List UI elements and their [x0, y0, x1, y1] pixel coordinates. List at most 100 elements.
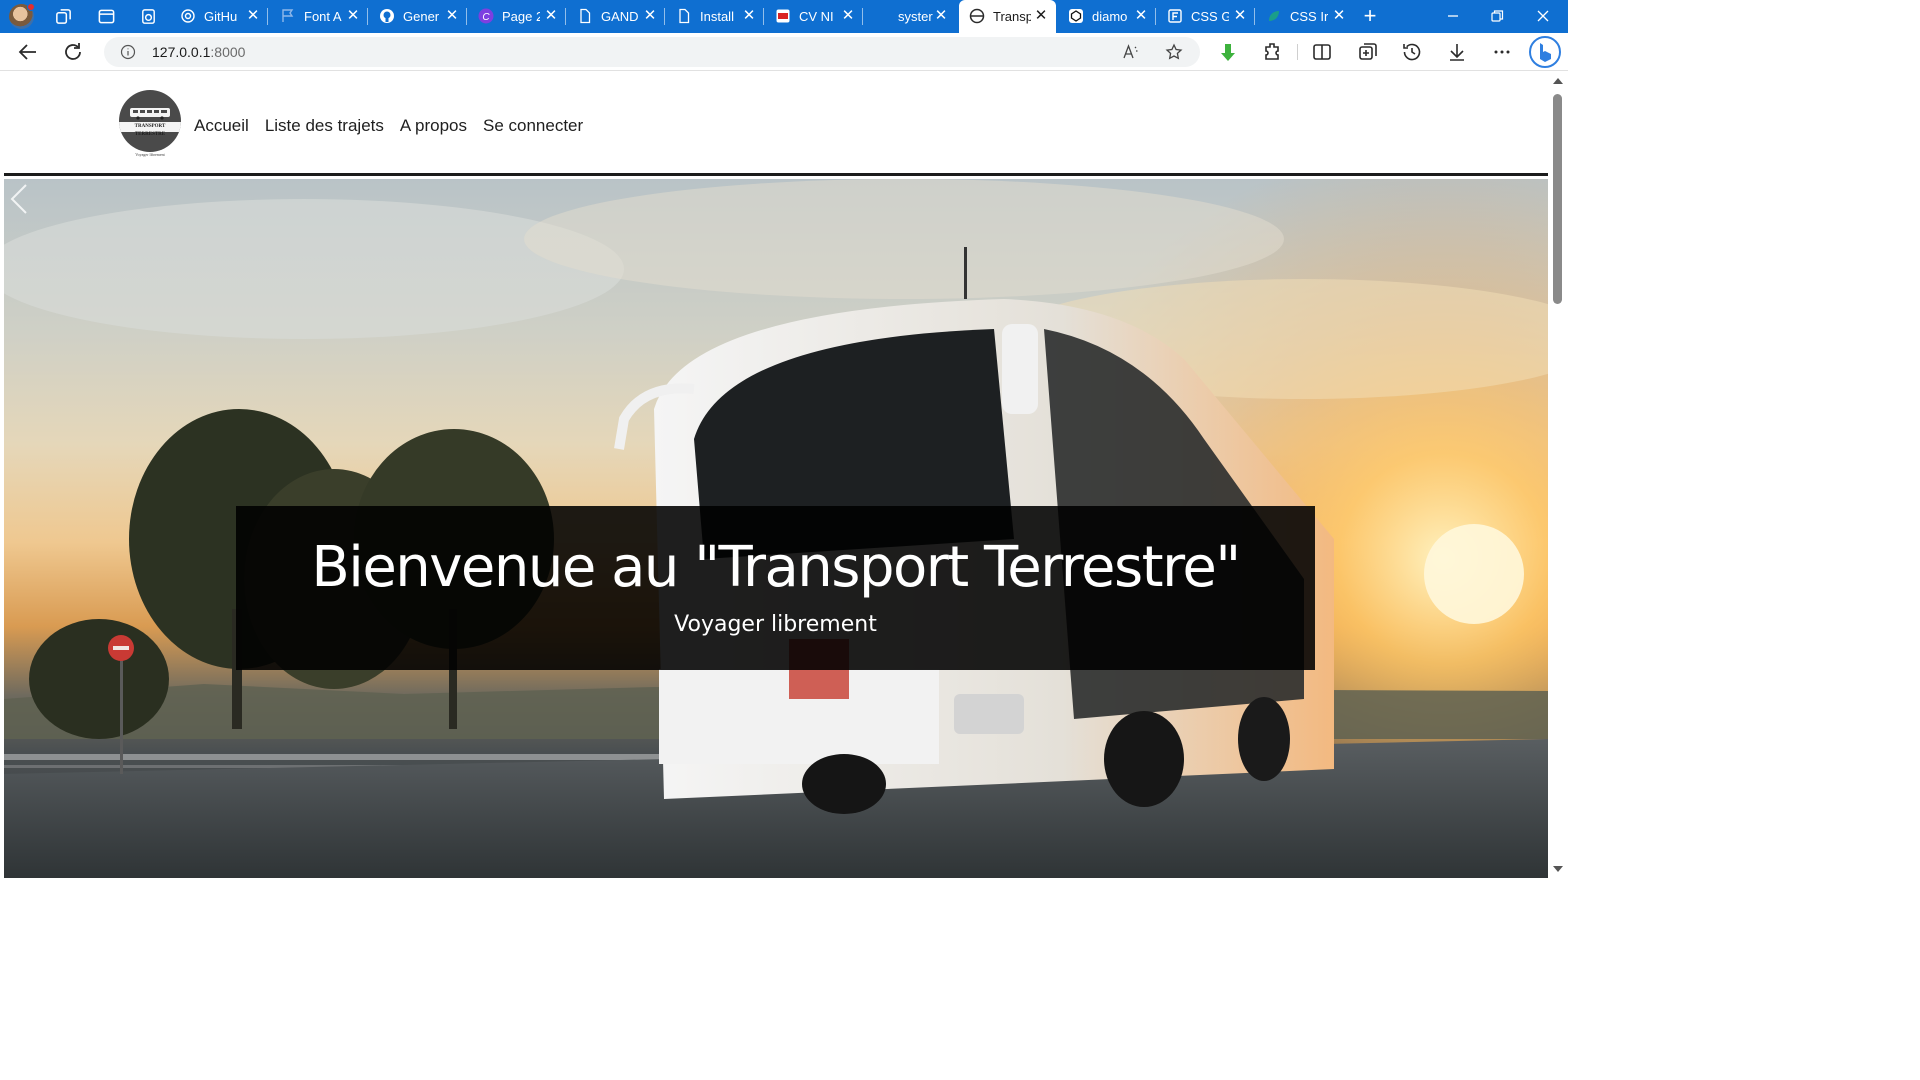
tab-separator [664, 8, 665, 25]
nav-link-liste-des-trajets[interactable]: Liste des trajets [257, 116, 392, 136]
tab-close-button[interactable]: ✕ [1034, 8, 1048, 24]
tab-actions-icon[interactable] [97, 7, 116, 26]
hero-caption: Bienvenue au "Transport Terrestre" Voyag… [236, 506, 1315, 670]
browser-tab[interactable]: diamo ✕ [1058, 0, 1156, 33]
document-icon [580, 8, 591, 24]
tab-title: Transp [993, 9, 1031, 24]
hero-carousel: Bienvenue au "Transport Terrestre" Voyag… [4, 179, 1548, 878]
tab-title: Font A [304, 9, 342, 24]
tab-close-button[interactable]: ✕ [742, 8, 756, 24]
carousel-prev-icon[interactable] [4, 179, 34, 219]
scroll-thumb[interactable] [1553, 94, 1562, 304]
browser-tab[interactable]: CSS Ir ✕ [1256, 0, 1354, 33]
address-bar[interactable]: 127.0.0.1:8000 [104, 37, 1200, 67]
browser-tab[interactable]: CV NI ✕ [765, 0, 863, 33]
tab-title: CSS G [1191, 9, 1229, 24]
site-header: TRANSPORT TERRESTRE Voyager librement Ac… [4, 72, 1548, 176]
browser-tab[interactable]: GAND ✕ [567, 0, 665, 33]
hero-subtitle: Voyager librement [674, 612, 877, 637]
main-nav: Accueil Liste des trajets A propos Se co… [194, 116, 591, 136]
tab-close-button[interactable]: ✕ [1134, 8, 1148, 24]
flag-icon [282, 9, 294, 22]
github-icon [380, 9, 394, 23]
tab-close-button[interactable]: ✕ [1233, 8, 1247, 24]
collections-icon[interactable] [139, 7, 158, 26]
refresh-icon[interactable] [61, 40, 85, 64]
tab-separator [763, 8, 764, 25]
page-scrollbar[interactable] [1548, 72, 1568, 878]
close-window-icon[interactable] [1532, 6, 1554, 26]
site-logo[interactable]: TRANSPORT TERRESTRE [119, 90, 181, 152]
nav-link-a-propos[interactable]: A propos [392, 116, 475, 136]
svg-text:C: C [482, 12, 490, 23]
canva-icon: C [478, 8, 494, 24]
history-icon[interactable] [1400, 40, 1424, 64]
codepen-icon [1069, 9, 1083, 23]
tab-close-button[interactable]: ✕ [643, 8, 657, 24]
leaf-icon [1269, 11, 1279, 21]
document-icon [679, 8, 690, 24]
tab-separator [367, 8, 368, 25]
tab-close-button[interactable]: ✕ [346, 8, 360, 24]
f-icon [1168, 9, 1182, 23]
split-screen-icon[interactable] [1310, 40, 1334, 64]
tab-separator [466, 8, 467, 25]
tab-separator [1254, 8, 1255, 25]
back-icon[interactable] [16, 40, 40, 64]
logo-subtext: Voyager librement [135, 152, 165, 157]
tab-title: Page 2 [502, 9, 540, 24]
tab-title: GitHu [204, 9, 238, 24]
tab-close-button[interactable]: ✕ [246, 8, 260, 24]
hero-title: Bienvenue au "Transport Terrestre" [311, 535, 1241, 600]
restore-icon[interactable] [1486, 6, 1508, 26]
tab-title: diamo [1092, 9, 1128, 24]
nav-link-se-connecter[interactable]: Se connecter [475, 116, 591, 136]
tab-separator [862, 8, 863, 25]
tab-close-button[interactable]: ✕ [1332, 8, 1346, 24]
bus-logo-icon [130, 108, 170, 120]
browser-tab[interactable]: GitHu ✕ [170, 0, 268, 33]
tab-title: Gener [403, 9, 440, 24]
browser-tab[interactable]: Gener ✕ [369, 0, 467, 33]
browser-tab[interactable]: CSS G ✕ [1157, 0, 1255, 33]
tab-title: CSS Ir [1290, 9, 1328, 24]
tab-title: CV NI [799, 9, 834, 24]
web-page: TRANSPORT TERRESTRE Voyager librement Ac… [4, 72, 1548, 878]
read-aloud-icon[interactable] [1122, 43, 1140, 61]
url-host: 127.0.0.1 [152, 44, 211, 60]
globe-icon [969, 8, 985, 24]
collections-toolbar-icon[interactable] [1356, 40, 1380, 64]
tab-separator [267, 8, 268, 25]
nav-link-accueil[interactable]: Accueil [194, 116, 257, 136]
browser-tab[interactable]: syster ✕ [864, 0, 956, 33]
url-port: :8000 [210, 44, 246, 60]
browser-tab-active[interactable]: Transp ✕ [959, 0, 1056, 33]
bing-copilot-icon[interactable] [1529, 36, 1561, 68]
tab-separator [565, 8, 566, 25]
tab-separator [1155, 8, 1156, 25]
tab-close-button[interactable]: ✕ [934, 8, 948, 24]
browser-tab[interactable]: C Page 2 ✕ [468, 0, 566, 33]
tab-close-button[interactable]: ✕ [841, 8, 855, 24]
tab-close-button[interactable]: ✕ [544, 8, 558, 24]
scroll-down-arrow[interactable] [1553, 866, 1563, 872]
browser-tab-strip: GitHu ✕ Font A ✕ Gener ✕ C Page 2 ✕ GAND… [0, 0, 1568, 33]
new-tab-button[interactable]: + [1359, 5, 1381, 27]
browser-tab[interactable]: Install ✕ [666, 0, 764, 33]
downloads-icon[interactable] [1445, 40, 1469, 64]
url-text: 127.0.0.1:8000 [152, 44, 245, 60]
extensions-icon[interactable] [1261, 40, 1285, 64]
tab-title: Install [700, 9, 734, 24]
download-extension-icon[interactable] [1216, 40, 1240, 64]
favorite-star-icon[interactable] [1165, 43, 1183, 61]
notification-dot [27, 3, 35, 11]
more-menu-icon[interactable] [1490, 40, 1514, 64]
toolbar-divider [1297, 44, 1298, 60]
browser-toolbar: 127.0.0.1:8000 [0, 33, 1568, 71]
minimize-icon[interactable] [1442, 6, 1464, 26]
tab-close-button[interactable]: ✕ [445, 8, 459, 24]
scroll-up-arrow[interactable] [1553, 78, 1563, 84]
site-info-icon[interactable] [120, 44, 136, 60]
workspaces-icon[interactable] [54, 7, 73, 26]
browser-tab[interactable]: Font A ✕ [270, 0, 368, 33]
